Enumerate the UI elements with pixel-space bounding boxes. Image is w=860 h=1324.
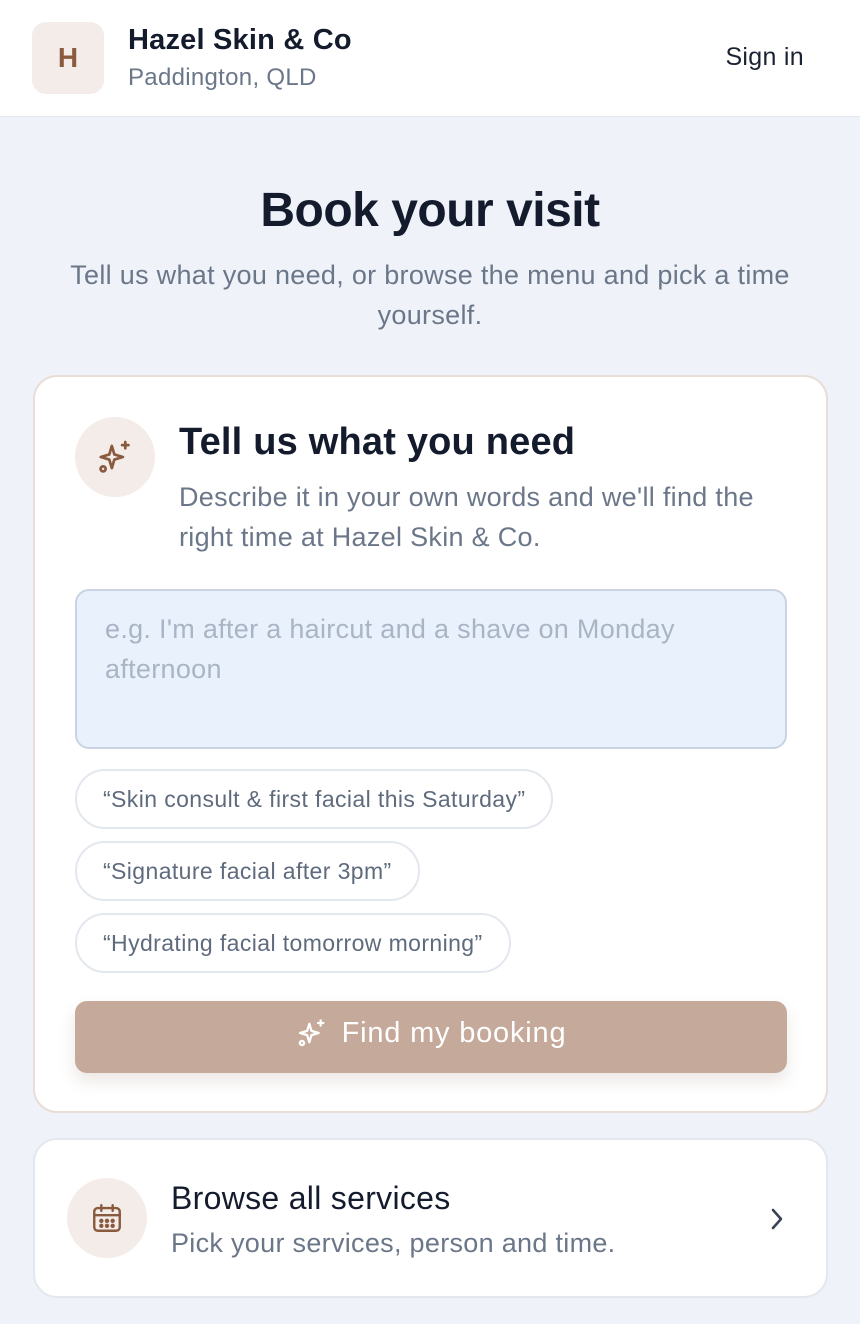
chevron-right-icon (771, 1208, 783, 1230)
suggestion-chip[interactable]: “Skin consult & first facial this Saturd… (75, 769, 554, 829)
find-my-booking-label: Find my booking (341, 1016, 567, 1049)
page-title: Book your visit (260, 184, 600, 237)
booking-request-input[interactable] (75, 589, 787, 749)
sign-in-button[interactable]: Sign in (725, 43, 804, 72)
suggestion-chip[interactable]: “Hydrating facial tomorrow morning” (75, 913, 511, 973)
browse-services-title: Browse all services (171, 1180, 451, 1216)
sparkles-icon (298, 1019, 325, 1047)
suggestion-chip[interactable]: “Signature facial after 3pm” (75, 841, 420, 901)
browse-services-card[interactable]: Browse all services Pick your services, … (33, 1138, 828, 1298)
card-description: Describe it in your own words and we'll … (179, 482, 754, 552)
business-logo: H (32, 22, 104, 94)
sparkles-icon (75, 417, 155, 497)
business-name: Hazel Skin & Co (128, 24, 352, 56)
describe-need-card: Tell us what you need Describe it in you… (33, 375, 828, 1113)
card-title: Tell us what you need (179, 421, 576, 463)
find-my-booking-button[interactable]: Find my booking (75, 1001, 787, 1073)
calendar-icon (67, 1178, 147, 1258)
browse-services-subtitle: Pick your services, person and time. (171, 1228, 616, 1258)
page-subtitle: Tell us what you need, or browse the men… (70, 260, 790, 330)
business-location: Paddington, QLD (128, 64, 317, 91)
top-header: H Hazel Skin & Co Paddington, QLD Sign i… (0, 0, 860, 117)
